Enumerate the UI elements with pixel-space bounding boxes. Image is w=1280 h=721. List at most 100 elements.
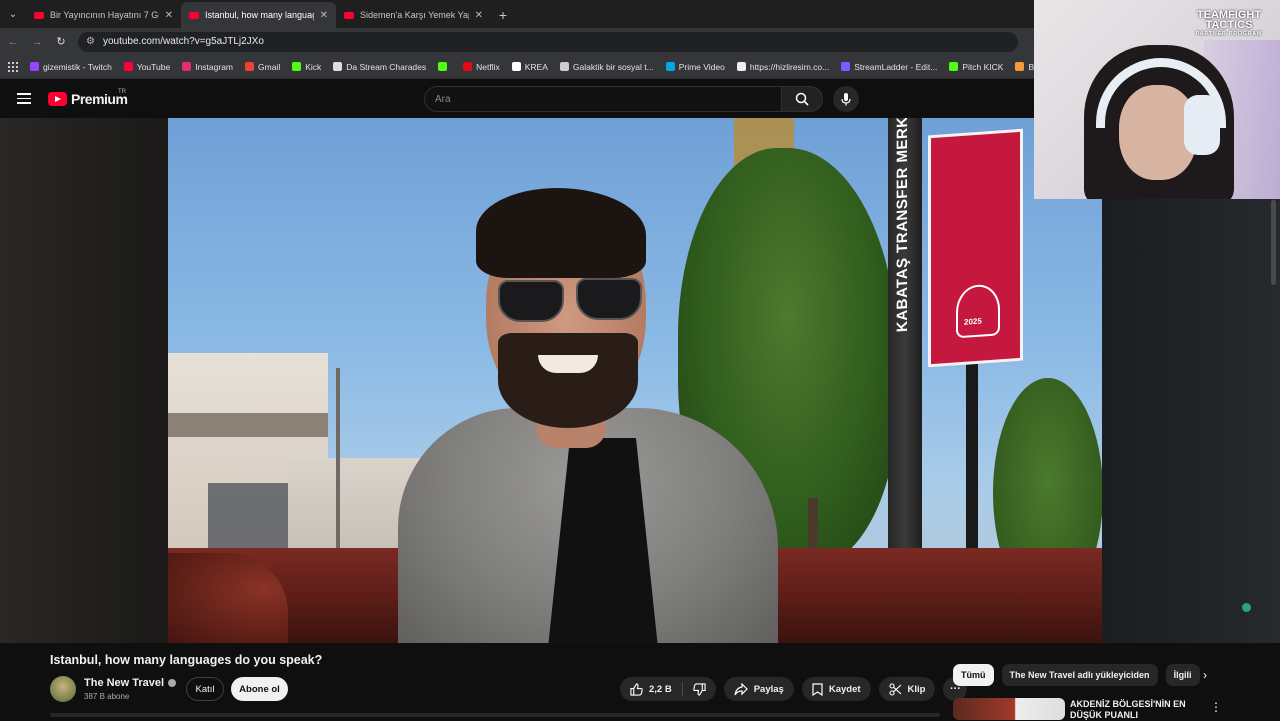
- bookmark-favicon-icon: [841, 62, 851, 71]
- youtube-favicon-icon: [34, 11, 44, 19]
- clip-button[interactable]: Klip: [878, 677, 936, 701]
- channel-avatar[interactable]: [50, 676, 76, 702]
- bookmark-item[interactable]: gizemistik - Twitch: [30, 62, 112, 72]
- tab-title: Bir Yayıncının Hayatını 7 Günde: [50, 10, 159, 20]
- like-button[interactable]: 2,2 B: [620, 677, 682, 701]
- tab-search-button[interactable]: ⌄: [0, 0, 26, 28]
- like-dislike-group: 2,2 B: [620, 677, 716, 701]
- ibb-seal-icon: 2025: [956, 283, 1000, 339]
- bookmark-favicon-icon: [949, 62, 959, 71]
- kebab-menu-icon[interactable]: ⋮: [1210, 700, 1222, 714]
- subscribe-button[interactable]: Abone ol: [231, 677, 288, 701]
- search-placeholder: Ara: [435, 93, 451, 105]
- video-title: Istanbul, how many languages do you spea…: [50, 653, 323, 667]
- bookmark-label: Gmail: [258, 61, 281, 72]
- bookmark-favicon-icon: [665, 62, 675, 71]
- bookmark-label: Kick: [305, 61, 322, 72]
- bookmark-label: gizemistik - Twitch: [43, 61, 112, 72]
- channel-name-link[interactable]: The New Travel: [84, 677, 177, 689]
- share-label: Paylaş: [753, 683, 784, 695]
- bookmark-favicon-icon: [1015, 62, 1025, 71]
- close-tab-icon[interactable]: ✕: [475, 10, 483, 21]
- bookmark-favicon-icon: [559, 62, 569, 71]
- banner-text: KABATAŞ TRANSFER MERKEZİ: [894, 118, 911, 333]
- related-video-title[interactable]: AKDENİZ BÖLGESİ'NİN EN DÜŞÜK PUANLI: [1070, 699, 1195, 721]
- browser-tab-3[interactable]: Sidemen'a Karşı Yemek Yaptım ✕: [336, 2, 491, 28]
- bookmark-favicon-icon: [736, 62, 746, 71]
- youtube-logo[interactable]: Premium: [48, 91, 128, 107]
- filter-chip[interactable]: The New Travel adlı yükleyiciden: [1001, 664, 1158, 686]
- bookmark-item[interactable]: Instagram: [182, 62, 233, 72]
- tab-title: Sidemen'a Karşı Yemek Yaptım: [360, 10, 469, 20]
- youtube-favicon-icon: [344, 11, 354, 19]
- bookmark-label: Netflix: [476, 61, 500, 72]
- join-button[interactable]: Katıl: [186, 677, 224, 701]
- bookmark-item[interactable]: Kick: [292, 62, 321, 72]
- bookmark-label: KREA: [524, 61, 548, 72]
- new-tab-button[interactable]: +: [491, 2, 515, 28]
- bookmark-favicon-icon: [333, 62, 343, 71]
- browser-tab-2[interactable]: Istanbul, how many languages do you spea…: [181, 2, 336, 28]
- menu-icon[interactable]: [17, 93, 31, 104]
- save-label: Kaydet: [828, 683, 861, 695]
- page-scrollbar[interactable]: [1271, 200, 1276, 285]
- microphone-icon: [841, 93, 851, 106]
- region-label: TR: [118, 89, 126, 95]
- bookmark-item[interactable]: Gmail: [245, 62, 280, 72]
- bookmark-favicon-icon: [438, 62, 448, 71]
- bookmark-item[interactable]: Galaktik bir sosyal t...: [559, 62, 654, 72]
- chevron-right-icon[interactable]: ›: [1196, 666, 1214, 684]
- search-icon: [795, 92, 809, 106]
- site-info-icon[interactable]: ⚙: [86, 36, 95, 47]
- filter-chip[interactable]: Tümü: [953, 664, 994, 686]
- bookmark-item[interactable]: Prime Video: [665, 61, 725, 72]
- address-bar[interactable]: ⚙ youtube.com/watch?v=g5aJTLj2JXo: [78, 31, 1018, 52]
- reload-icon[interactable]: ↻: [54, 35, 68, 48]
- back-arrow-icon[interactable]: ←: [6, 36, 20, 48]
- apps-grid-icon[interactable]: [8, 61, 18, 72]
- video-player[interactable]: KABATAŞ TRANSFER MERKEZİ 2025: [168, 118, 1102, 643]
- youtube-favicon-icon: [189, 11, 199, 19]
- bookmark-label: Da Stream Charades: [346, 61, 427, 72]
- bookmark-favicon-icon: [292, 62, 302, 71]
- tft-logo-text: TEAMFIGHT TACTICS: [1196, 9, 1262, 31]
- save-button[interactable]: Kaydet: [801, 677, 871, 701]
- sunglasses-lens: [576, 278, 642, 320]
- bookmark-item[interactable]: Pitch KICK: [949, 62, 1003, 72]
- bookmark-favicon-icon: [245, 62, 255, 71]
- bookmark-label: Instagram: [195, 61, 234, 72]
- forward-arrow-icon[interactable]: →: [30, 36, 44, 48]
- clip-label: Klip: [907, 683, 926, 695]
- share-icon: [734, 682, 748, 695]
- bookmark-item[interactable]: Netflix: [463, 62, 500, 72]
- voice-search-button[interactable]: [833, 86, 859, 112]
- bookmark-item[interactable]: StreamLadder - Edit...: [841, 62, 937, 72]
- close-tab-icon[interactable]: ✕: [320, 10, 328, 21]
- url-text: youtube.com/watch?v=g5aJTLj2JXo: [102, 36, 264, 47]
- bookmark-item[interactable]: Da Stream Charades: [333, 62, 426, 72]
- video-person-hair: [476, 188, 646, 278]
- bookmark-favicon-icon: [511, 62, 521, 71]
- browser-tab-1[interactable]: Bir Yayıncının Hayatını 7 Günde ✕: [26, 2, 181, 28]
- dislike-button[interactable]: [683, 677, 716, 701]
- close-tab-icon[interactable]: ✕: [165, 10, 173, 21]
- youtube-header: Premium TR Ara: [0, 80, 1034, 118]
- related-video-thumbnail[interactable]: [953, 698, 1065, 720]
- bookmark-item[interactable]: [438, 62, 451, 71]
- bookmark-item[interactable]: KREA: [511, 61, 548, 72]
- related-filter-chips: Tümü The New Travel adlı yükleyiciden İlgi…: [953, 664, 1200, 686]
- bookmark-favicon-icon: [30, 62, 39, 71]
- search-button[interactable]: [781, 86, 823, 112]
- bookmark-label: Prime Video: [678, 61, 725, 72]
- banner-year: 2025: [964, 316, 982, 327]
- filter-chip[interactable]: İlgili: [1165, 664, 1200, 686]
- bookmark-label: https://hizliresim.co...: [749, 61, 830, 72]
- bookmark-item[interactable]: YouTube: [123, 62, 170, 72]
- video-actions: 2,2 B Paylaş Kaydet Klip ···: [620, 677, 968, 701]
- tab-title: Istanbul, how many languages do you spea…: [205, 10, 314, 20]
- thumbs-up-icon: [630, 682, 643, 696]
- share-button[interactable]: Paylaş: [723, 677, 794, 701]
- bookmark-item[interactable]: https://hizliresim.co...: [736, 61, 830, 72]
- description-box-edge: [50, 713, 940, 717]
- search-input[interactable]: Ara: [424, 86, 782, 112]
